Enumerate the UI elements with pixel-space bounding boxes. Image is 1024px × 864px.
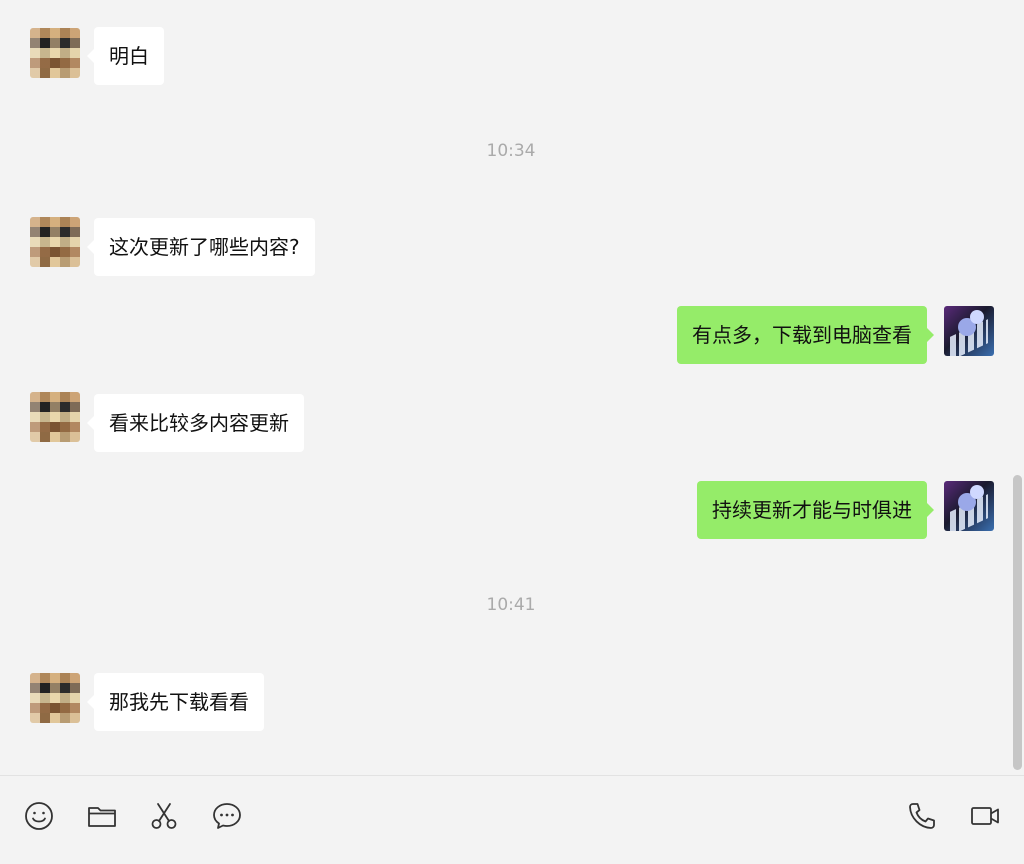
contact-avatar[interactable] [30,28,80,78]
scissors-icon[interactable] [146,798,182,834]
emoji-icon[interactable] [21,798,57,834]
outgoing-message-bubble[interactable]: 持续更新才能与时俱进 [697,481,934,539]
self-avatar[interactable] [944,481,994,531]
contact-avatar[interactable] [30,392,80,442]
chat-bubble-icon[interactable] [209,798,245,834]
chat-scrollbar[interactable] [1013,475,1022,770]
input-toolbar [0,776,1024,864]
incoming-message-bubble[interactable]: 这次更新了哪些内容? [87,218,315,276]
incoming-message-bubble[interactable]: 明白 [87,27,164,85]
chat-message-area[interactable]: 明白 10:34 这次更新了哪些内容? 有点多，下载到电脑查看 看来比较多内容更… [0,0,1024,775]
incoming-message-bubble[interactable]: 看来比较多内容更新 [87,394,304,452]
message-timestamp: 10:34 [486,141,536,161]
self-avatar[interactable] [944,306,994,356]
incoming-message-bubble[interactable]: 那我先下载看看 [87,673,264,731]
contact-avatar[interactable] [30,217,80,267]
contact-avatar[interactable] [30,673,80,723]
message-timestamp: 10:41 [486,595,536,615]
phone-icon[interactable] [904,798,940,834]
video-camera-icon[interactable] [967,798,1003,834]
folder-icon[interactable] [84,798,120,834]
outgoing-message-bubble[interactable]: 有点多，下载到电脑查看 [677,306,934,364]
